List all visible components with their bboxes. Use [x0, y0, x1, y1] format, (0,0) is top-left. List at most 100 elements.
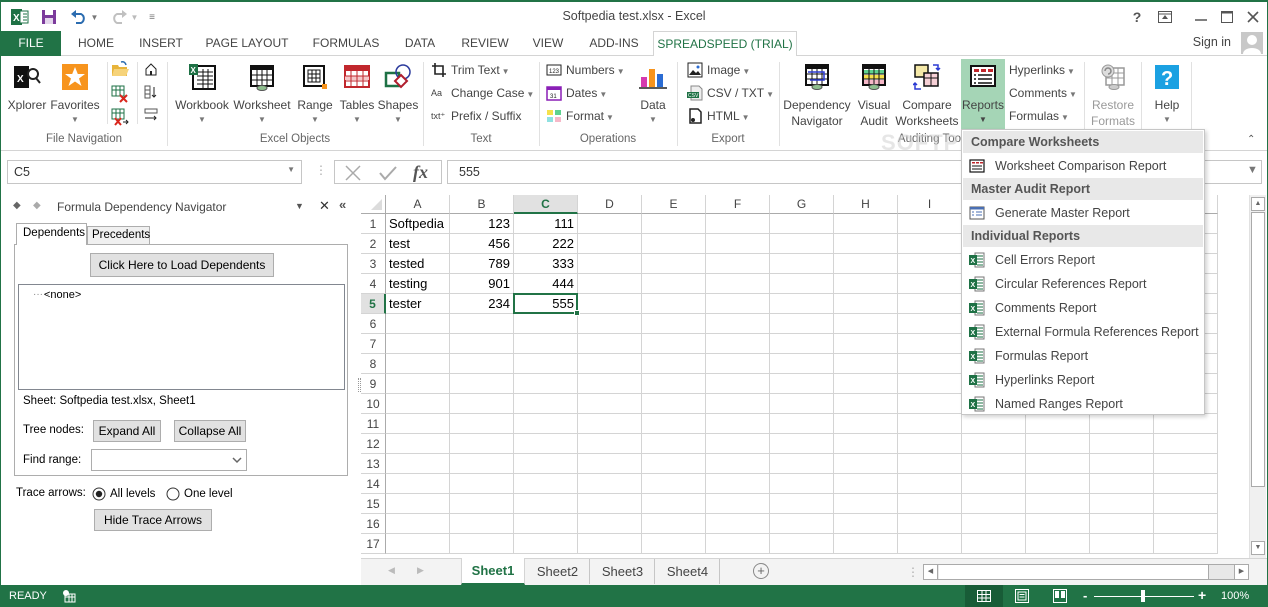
cell-e10[interactable] [642, 394, 706, 414]
cell-i13[interactable] [898, 454, 962, 474]
cell-a7[interactable] [386, 334, 450, 354]
macro-recording-icon[interactable] [62, 589, 76, 603]
scroll-up-button[interactable]: ▲ [1251, 197, 1265, 211]
cell-c6[interactable] [514, 314, 578, 334]
tab-split-handle[interactable]: ⋮ [907, 565, 919, 579]
cell-g7[interactable] [770, 334, 834, 354]
row-header-13[interactable]: 13 [361, 454, 386, 474]
cell-i11[interactable] [898, 414, 962, 434]
sheet-tab-sheet3[interactable]: Sheet3 [591, 559, 655, 584]
format-button[interactable]: Format ▼ [546, 106, 614, 126]
cell-d15[interactable] [578, 494, 642, 514]
restore-formats-button[interactable]: Restore Formats [1089, 59, 1137, 131]
prefix-suffix-button[interactable]: txt⁺ Prefix / Suffix [431, 106, 521, 126]
tab-page-layout[interactable]: PAGE LAYOUT [197, 31, 297, 56]
move-sheet-icon[interactable] [144, 108, 160, 124]
cell-f2[interactable] [706, 234, 770, 254]
row-header-3[interactable]: 3 [361, 254, 386, 274]
column-header-i[interactable]: I [898, 195, 962, 214]
page-break-view-icon[interactable] [1053, 589, 1067, 603]
zoom-in-button[interactable]: + [1198, 587, 1206, 603]
tab-view[interactable]: VIEW [525, 31, 571, 56]
range-button[interactable]: Range ▼ [293, 59, 337, 131]
dependents-tree[interactable]: ····· <none> [18, 284, 345, 390]
cell-i9[interactable] [898, 374, 962, 394]
column-header-b[interactable]: B [450, 195, 514, 214]
sheet-tab-sheet4[interactable]: Sheet4 [656, 559, 720, 584]
open-folder-icon[interactable] [111, 61, 131, 81]
cell-e2[interactable] [642, 234, 706, 254]
row-header-2[interactable]: 2 [361, 234, 386, 254]
cell-k12[interactable] [1026, 434, 1090, 454]
cell-c1[interactable]: 111 [514, 214, 578, 234]
cell-l14[interactable] [1090, 474, 1154, 494]
cell-c13[interactable] [514, 454, 578, 474]
cell-i2[interactable] [898, 234, 962, 254]
cell-e8[interactable] [642, 354, 706, 374]
cell-b16[interactable] [450, 514, 514, 534]
cell-g11[interactable] [770, 414, 834, 434]
horizontal-scroll-thumb[interactable] [939, 565, 1209, 579]
forward-arrow-icon[interactable]: ◆ [33, 200, 41, 211]
menu-item-worksheet-comparison-report[interactable]: Worksheet Comparison Report [963, 154, 1203, 178]
close-move-icon[interactable] [111, 108, 131, 128]
pane-close-icon[interactable]: ✕ [319, 198, 330, 214]
cell-b10[interactable] [450, 394, 514, 414]
cell-e5[interactable] [642, 294, 706, 314]
cell-h17[interactable] [834, 534, 898, 554]
cell-d4[interactable] [578, 274, 642, 294]
cell-m15[interactable] [1154, 494, 1218, 514]
tab-data[interactable]: DATA [395, 31, 445, 56]
cell-c14[interactable] [514, 474, 578, 494]
cell-h4[interactable] [834, 274, 898, 294]
row-header-9[interactable]: 9 [361, 374, 386, 394]
cell-a3[interactable]: tested [386, 254, 450, 274]
cell-k15[interactable] [1026, 494, 1090, 514]
cell-e12[interactable] [642, 434, 706, 454]
cell-i8[interactable] [898, 354, 962, 374]
cell-h10[interactable] [834, 394, 898, 414]
cell-g2[interactable] [770, 234, 834, 254]
cell-a1[interactable]: Softpedia [386, 214, 450, 234]
cell-e15[interactable] [642, 494, 706, 514]
column-header-a[interactable]: A [386, 195, 450, 214]
vertical-scroll-thumb[interactable] [1251, 212, 1265, 487]
collapse-pane-icon[interactable]: « [339, 197, 346, 212]
cell-d1[interactable] [578, 214, 642, 234]
cell-b2[interactable]: 456 [450, 234, 514, 254]
menu-item-hyperlinks-report[interactable]: X Hyperlinks Report [963, 368, 1203, 392]
close-workbook-icon[interactable] [111, 85, 131, 105]
cell-c10[interactable] [514, 394, 578, 414]
cell-d13[interactable] [578, 454, 642, 474]
avatar[interactable] [1241, 32, 1263, 54]
cell-i10[interactable] [898, 394, 962, 414]
cell-h14[interactable] [834, 474, 898, 494]
cell-g16[interactable] [770, 514, 834, 534]
insert-function-icon[interactable]: fx [413, 162, 428, 183]
cell-l17[interactable] [1090, 534, 1154, 554]
cell-m16[interactable] [1154, 514, 1218, 534]
cell-f12[interactable] [706, 434, 770, 454]
cell-g8[interactable] [770, 354, 834, 374]
cell-c16[interactable] [514, 514, 578, 534]
zoom-level[interactable]: 100% [1221, 590, 1249, 602]
cell-a17[interactable] [386, 534, 450, 554]
cell-c7[interactable] [514, 334, 578, 354]
cell-l16[interactable] [1090, 514, 1154, 534]
cancel-icon[interactable] [345, 165, 361, 181]
cell-l11[interactable] [1090, 414, 1154, 434]
cell-b15[interactable] [450, 494, 514, 514]
cell-m17[interactable] [1154, 534, 1218, 554]
page-layout-view-icon[interactable] [1015, 589, 1029, 603]
cell-l13[interactable] [1090, 454, 1154, 474]
cell-e17[interactable] [642, 534, 706, 554]
cell-b4[interactable]: 901 [450, 274, 514, 294]
cell-d12[interactable] [578, 434, 642, 454]
row-header-17[interactable]: 17 [361, 534, 386, 554]
cell-e4[interactable] [642, 274, 706, 294]
cell-k14[interactable] [1026, 474, 1090, 494]
cell-g3[interactable] [770, 254, 834, 274]
cell-m12[interactable] [1154, 434, 1218, 454]
dependency-navigator-button[interactable]: Dependency Navigator [783, 59, 851, 131]
cell-f10[interactable] [706, 394, 770, 414]
